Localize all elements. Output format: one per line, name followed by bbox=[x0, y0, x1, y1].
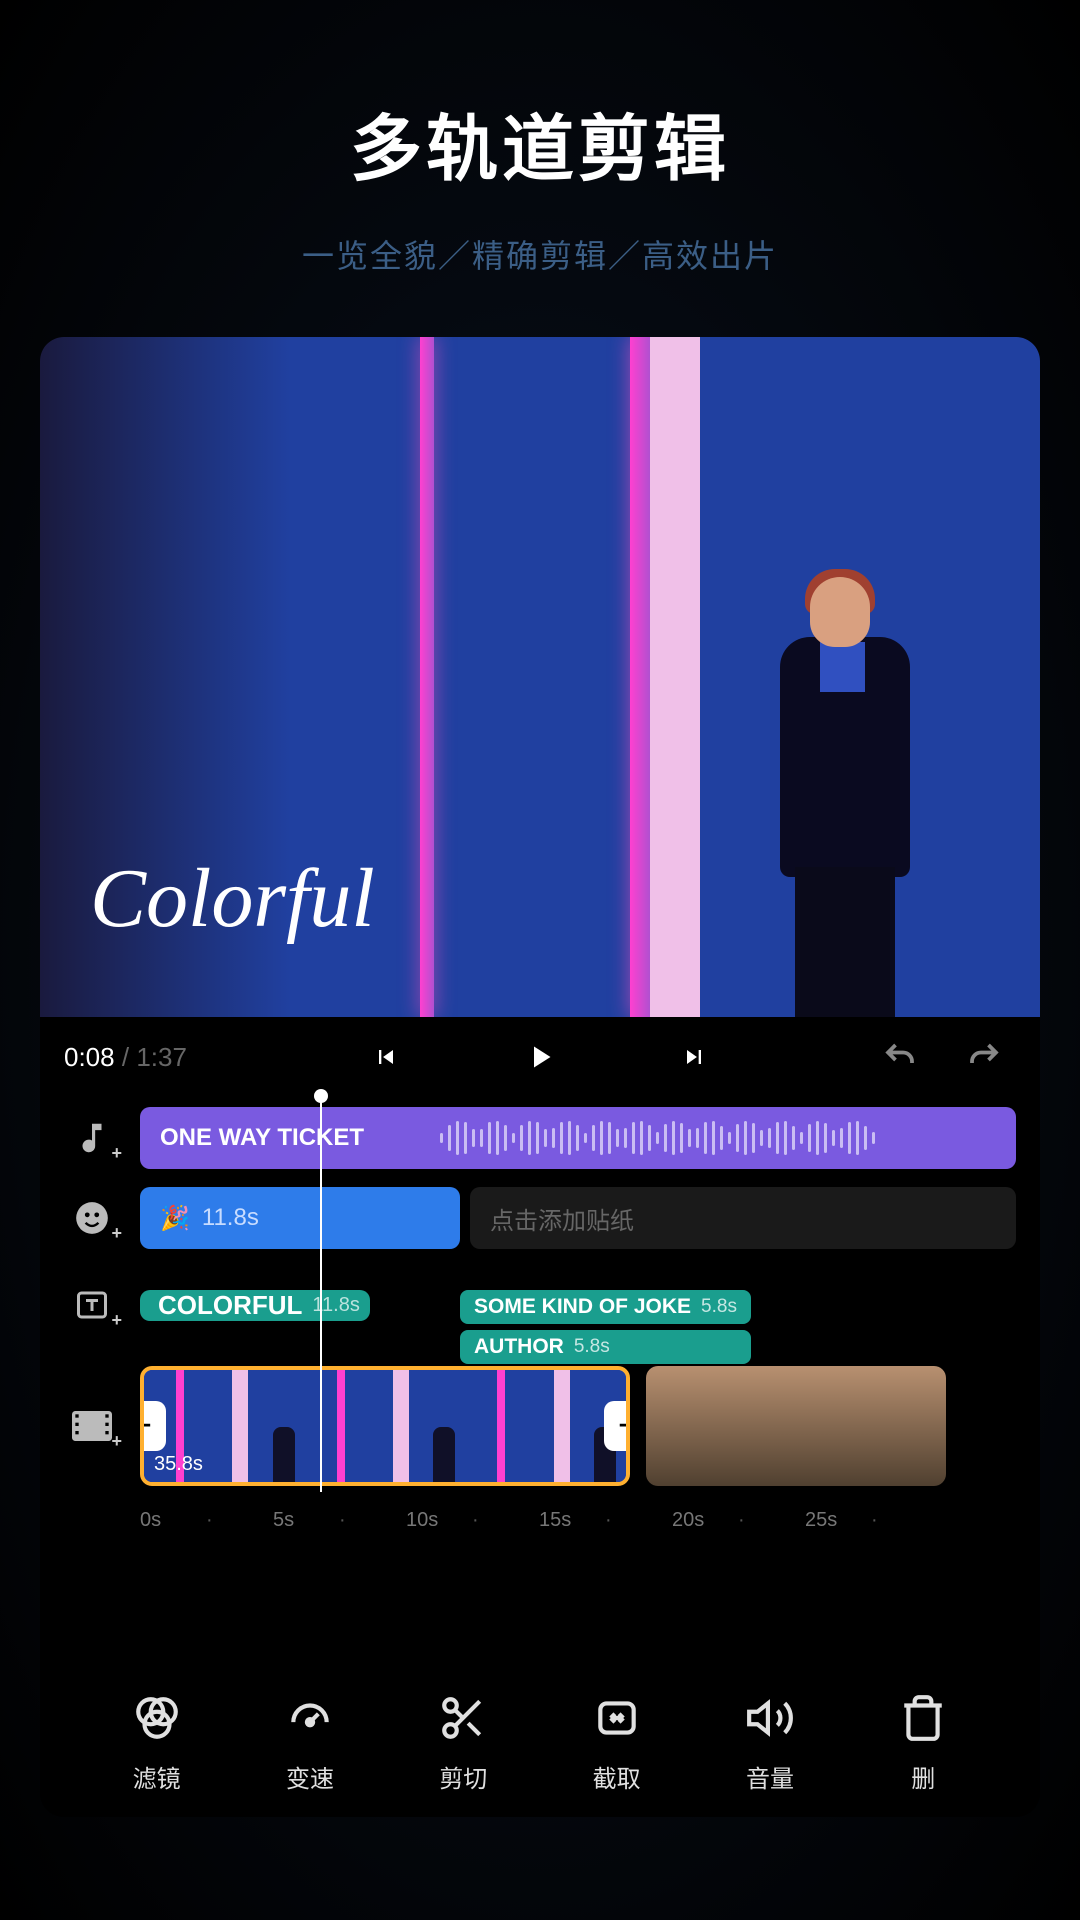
speed-tool[interactable]: 变速 bbox=[255, 1691, 365, 1794]
add-clip-before-button[interactable]: + bbox=[140, 1401, 166, 1451]
hero-subtitle: 一览全貌／精确剪辑／高效出片 bbox=[0, 231, 1080, 277]
text-clip-author[interactable]: AUTHOR 5.8s bbox=[460, 1330, 751, 1364]
trash-icon bbox=[896, 1691, 950, 1745]
volume-icon bbox=[743, 1691, 797, 1745]
time-ruler: 0s5s10s15s20s25s bbox=[64, 1509, 1016, 1532]
add-text-icon[interactable]: + bbox=[64, 1277, 120, 1333]
redo-button[interactable] bbox=[960, 1033, 1008, 1081]
filter-tool[interactable]: 滤镜 bbox=[102, 1691, 212, 1794]
text-clip-joke[interactable]: SOME KIND OF JOKE 5.8s bbox=[460, 1290, 751, 1324]
video-clip-next[interactable] bbox=[646, 1366, 946, 1486]
add-sticker-icon[interactable]: + bbox=[64, 1190, 120, 1246]
add-clip-after-button[interactable]: + bbox=[604, 1401, 630, 1451]
hero-title: 多轨道剪辑 bbox=[0, 90, 1080, 195]
video-clip-selected[interactable]: + + 35.8s bbox=[140, 1366, 630, 1486]
crop-tool[interactable]: 截取 bbox=[562, 1691, 672, 1794]
add-sticker-hint[interactable]: 点击添加贴纸 bbox=[470, 1187, 1016, 1249]
playhead[interactable] bbox=[320, 1097, 322, 1492]
undo-button[interactable] bbox=[876, 1033, 924, 1081]
filter-icon bbox=[130, 1691, 184, 1745]
play-button[interactable] bbox=[516, 1033, 564, 1081]
clip-duration: 35.8s bbox=[154, 1453, 203, 1476]
sticker-clip[interactable]: 🎉 11.8s bbox=[140, 1187, 460, 1249]
scissors-icon bbox=[436, 1691, 490, 1745]
prev-button[interactable] bbox=[362, 1033, 410, 1081]
music-clip[interactable]: ONE WAY TICKET bbox=[140, 1107, 1016, 1169]
editor-panel: Colorful 0:08 / 1:37 bbox=[40, 337, 1040, 1817]
time-display: 0:08 / 1:37 bbox=[64, 1042, 187, 1073]
delete-tool[interactable]: 删 bbox=[868, 1691, 978, 1794]
next-button[interactable] bbox=[670, 1033, 718, 1081]
preview-overlay-text: Colorful bbox=[90, 850, 375, 947]
text-clip-main[interactable]: COLORFUL 11.8s bbox=[140, 1290, 370, 1321]
volume-tool[interactable]: 音量 bbox=[715, 1691, 825, 1794]
video-preview[interactable]: Colorful bbox=[40, 337, 1040, 1017]
cut-tool[interactable]: 剪切 bbox=[408, 1691, 518, 1794]
speed-icon bbox=[283, 1691, 337, 1745]
crop-icon bbox=[590, 1691, 644, 1745]
add-video-icon[interactable]: + bbox=[64, 1398, 120, 1454]
add-music-icon[interactable]: + bbox=[64, 1110, 120, 1166]
